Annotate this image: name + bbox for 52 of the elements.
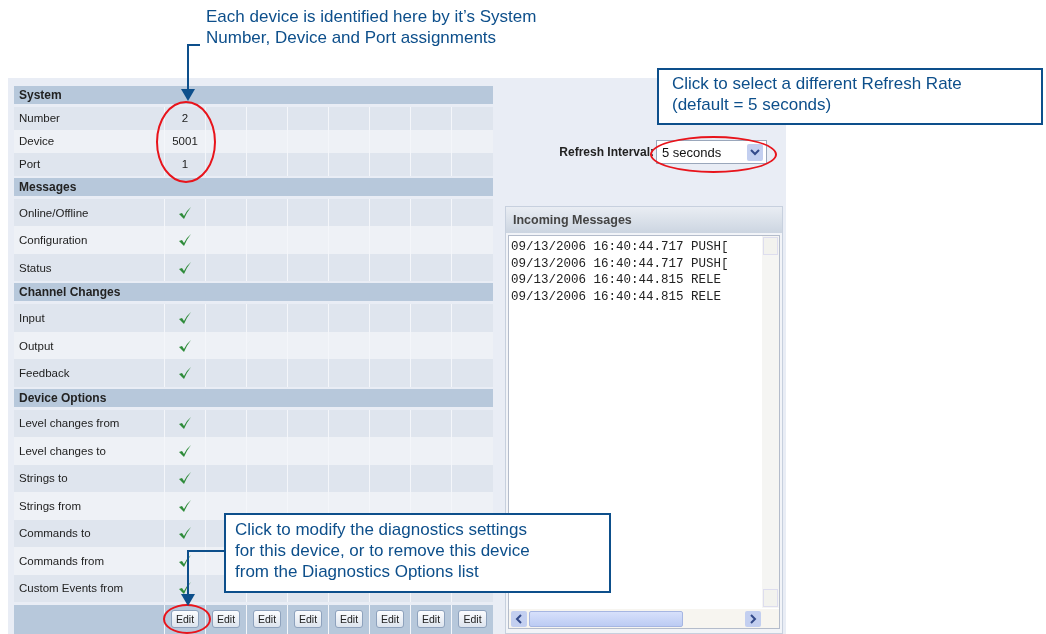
log-line: 09/13/2006 16:40:44.815 RELE bbox=[511, 288, 722, 305]
edit-button[interactable]: Edit bbox=[416, 610, 446, 629]
row-label: Port bbox=[19, 158, 41, 171]
row-label: Level changes to bbox=[19, 444, 106, 457]
callout-text: Each device is identified here by it’s System bbox=[206, 6, 537, 27]
callout-text: Number, Device and Port assignments bbox=[206, 27, 498, 48]
row-label: Custom Events from bbox=[19, 582, 124, 595]
row-label: Input bbox=[19, 312, 45, 325]
value-text: 5001 bbox=[172, 135, 198, 148]
field-label: Refresh Interval: bbox=[559, 145, 654, 159]
row-label: Strings from bbox=[19, 499, 81, 512]
vertical-scrollbar[interactable] bbox=[762, 236, 779, 608]
edit-button[interactable]: Edit bbox=[252, 610, 282, 629]
leader-arrow bbox=[181, 44, 201, 101]
section-header: Channel Changes bbox=[14, 283, 493, 302]
callout-text: for this device, or to remove this device bbox=[235, 540, 531, 561]
row-label: Level changes from bbox=[19, 417, 120, 430]
callout-text: Click to select a different Refresh Rate bbox=[672, 73, 963, 94]
log-line: 09/13/2006 16:40:44.717 PUSH[ bbox=[511, 255, 729, 272]
refresh-interval-dropdown[interactable]: 5 seconds bbox=[656, 140, 767, 164]
callout-text: Click to modify the diagnostics settings bbox=[235, 519, 528, 540]
section-header: System bbox=[14, 86, 493, 104]
row-label: Status bbox=[19, 261, 52, 274]
edit-button[interactable]: Edit bbox=[334, 610, 364, 629]
row-label: Number bbox=[19, 112, 60, 125]
row-label: Strings to bbox=[19, 472, 68, 485]
callout-text: (default = 5 seconds) bbox=[672, 94, 833, 115]
highlight-ellipse bbox=[163, 604, 211, 634]
panel-title: Incoming Messages bbox=[506, 207, 782, 233]
edit-button[interactable]: Edit bbox=[170, 610, 200, 629]
horizontal-scrollbar[interactable] bbox=[509, 609, 779, 628]
value-text: 1 bbox=[181, 158, 189, 171]
row-label: Commands to bbox=[19, 527, 91, 540]
row-label: Online/Offline bbox=[19, 206, 89, 219]
edit-button[interactable]: Edit bbox=[375, 610, 405, 629]
edit-button[interactable]: Edit bbox=[211, 610, 241, 629]
log-line: 09/13/2006 16:40:44.717 PUSH[ bbox=[511, 239, 729, 256]
row-label: Output bbox=[19, 339, 54, 352]
row-label: Device bbox=[19, 135, 55, 148]
callout-text: from the Diagnostics Options list bbox=[235, 561, 480, 582]
edit-button[interactable]: Edit bbox=[293, 610, 323, 629]
scroll-thumb[interactable] bbox=[529, 610, 683, 627]
value-text: 2 bbox=[181, 112, 189, 125]
row-label: Feedback bbox=[19, 367, 70, 379]
log-line: 09/13/2006 16:40:44.815 RELE bbox=[511, 272, 722, 289]
scroll-left-icon bbox=[511, 610, 527, 627]
row-label: Commands from bbox=[19, 554, 104, 567]
edit-button[interactable]: Edit bbox=[458, 610, 487, 629]
scroll-right-icon bbox=[745, 610, 761, 627]
row-label: Configuration bbox=[19, 234, 88, 247]
section-header: Device Options bbox=[14, 388, 493, 407]
section-header: Messages bbox=[14, 177, 493, 196]
